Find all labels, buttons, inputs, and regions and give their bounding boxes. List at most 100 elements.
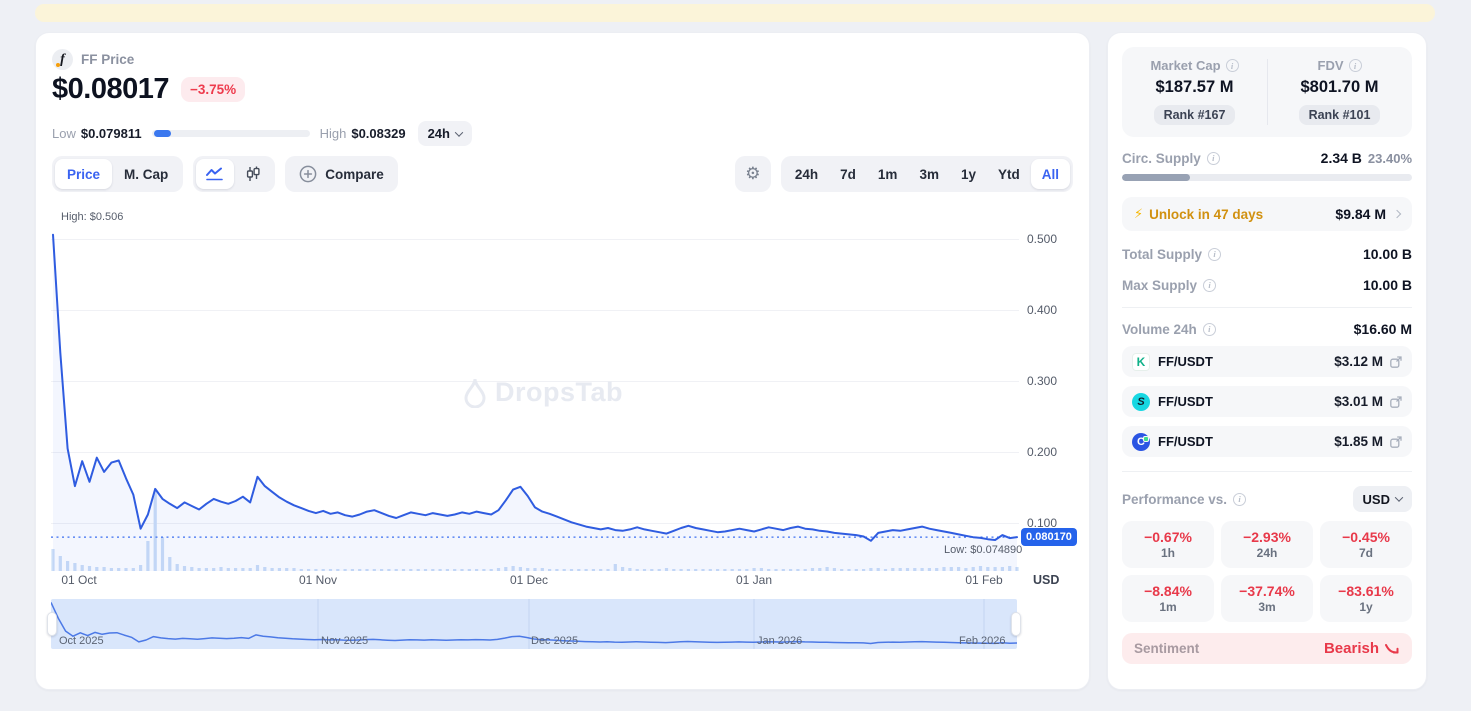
y-tick-label: 0.400 (1027, 303, 1058, 317)
external-link-icon[interactable] (1390, 395, 1402, 408)
info-icon[interactable]: i (1208, 247, 1221, 261)
candlestick-chart-icon[interactable] (234, 159, 272, 189)
performance-cell-24h: −2.93% 24h (1221, 521, 1313, 568)
price-chart-card: f FF Price $0.08017 −3.75% Low $0.079811… (35, 32, 1090, 690)
performance-cell-3m: −37.74% 3m (1221, 575, 1313, 622)
circ-supply-progress-fill (1122, 174, 1190, 181)
line-chart-icon[interactable] (196, 159, 235, 189)
price-chart-plot[interactable] (51, 201, 1019, 571)
low-high-slider-fill (153, 130, 171, 137)
tab-price[interactable]: Price (55, 159, 113, 189)
total-supply-row: Total Supply i 10.00 B (1122, 246, 1412, 262)
fdv-stat: FDV i $801.70 M Rank #101 (1267, 58, 1412, 125)
market-cap-rank-badge: Rank #167 (1153, 105, 1236, 125)
coin-name: FF Price (81, 52, 135, 67)
circ-supply-value: 2.34 B (1320, 150, 1362, 166)
chevron-down-icon (1394, 493, 1404, 502)
low-annotation: Low: $0.074890 (944, 544, 1023, 556)
bitget-icon: S (1132, 392, 1150, 411)
market-cap-label: Market Cap (1150, 58, 1221, 73)
info-icon[interactable]: i (1206, 151, 1220, 165)
circ-supply-label: Circ. Supply (1122, 150, 1201, 166)
info-icon[interactable]: i (1225, 59, 1239, 72)
circ-supply-percent: 23.40% (1367, 151, 1412, 166)
unlock-row[interactable]: ⚡ Unlock in 47 days $9.84 M (1122, 197, 1412, 231)
chart-toolbar: Price M. Cap Compare ⚙ 24h 7d 1m 3m 1y Y… (52, 156, 1073, 192)
stat-divider (1267, 59, 1268, 125)
pair-name: FF/USDT (1158, 354, 1213, 369)
high-annotation: High: $0.506 (61, 211, 124, 223)
range-1y[interactable]: 1y (950, 159, 987, 189)
performance-grid: −0.67% 1h −2.93% 24h −0.45% 7d −8.84% 1m −37… (1122, 521, 1412, 622)
performance-cell-1y: −83.61% 1y (1320, 575, 1412, 622)
coinw-icon-accent (1143, 435, 1149, 442)
timeframe-selector: 24h 7d 1m 3m 1y Ytd All (780, 156, 1073, 192)
range-24h[interactable]: 24h (784, 159, 829, 189)
pair-name: FF/USDT (1158, 394, 1213, 409)
price-change-badge: −3.75% (180, 77, 246, 102)
compare-label: Compare (325, 166, 384, 182)
announcement-banner[interactable] (35, 4, 1435, 22)
y-tick-label: 0.300 (1027, 374, 1058, 388)
chart-settings-button[interactable]: ⚙ (734, 156, 771, 192)
gear-icon: ⚙ (745, 164, 761, 184)
minimap-month-label: Jan 2026 (757, 635, 803, 647)
volume-24h-row: Volume 24h i $16.60 M (1122, 321, 1412, 337)
pair-volume: $1.85 M (1334, 434, 1383, 449)
tab-mcap[interactable]: M. Cap (112, 159, 180, 189)
x-tick-label: 01 Oct (61, 573, 97, 587)
range-3m[interactable]: 3m (908, 159, 950, 189)
x-tick-label: 01 Nov (298, 573, 338, 587)
pair-volume: $3.01 M (1334, 394, 1383, 409)
kucoin-icon: K (1132, 352, 1150, 371)
compare-button[interactable]: Compare (285, 156, 398, 192)
trend-down-icon (1385, 643, 1399, 653)
external-link-icon[interactable] (1390, 355, 1402, 368)
coin-logo-dot (56, 63, 60, 67)
range-7d[interactable]: 7d (829, 159, 867, 189)
minimap[interactable]: Oct 2025 Nov 2025 Dec 2025 Jan 2026 Feb 2026 (47, 599, 1021, 649)
info-icon[interactable]: i (1202, 322, 1216, 336)
range-1m[interactable]: 1m (867, 159, 909, 189)
range-dropdown[interactable]: 24h (417, 121, 472, 146)
performance-header: Performance vs. i USD (1122, 486, 1412, 512)
chevron-down-icon (454, 127, 464, 137)
market-cap-value: $187.57 M (1155, 78, 1234, 96)
minimap-right-handle[interactable] (1011, 612, 1021, 636)
y-tick-label: 0.500 (1027, 232, 1058, 246)
fdv-label: FDV (1317, 58, 1344, 73)
range-dropdown-value: 24h (427, 126, 450, 141)
sentiment-row: Sentiment Bearish (1122, 633, 1412, 664)
minimap-left-handle[interactable] (47, 612, 57, 636)
volume-24h-value: $16.60 M (1353, 321, 1412, 337)
max-supply-value: 10.00 B (1362, 277, 1412, 293)
market-cap-stat: Market Cap i $187.57 M Rank #167 (1122, 58, 1267, 125)
external-link-icon[interactable] (1390, 435, 1402, 448)
performance-cell-7d: −0.45% 7d (1320, 521, 1412, 568)
sentiment-label: Sentiment (1134, 641, 1200, 656)
info-icon[interactable]: i (1203, 278, 1217, 292)
coinw-icon: C (1132, 432, 1150, 451)
x-axis-labels: 01 Oct 01 Nov 01 Dec 01 Jan 01 Feb (51, 573, 1091, 591)
max-supply-label: Max Supply (1122, 277, 1198, 293)
fdv-value: $801.70 M (1300, 78, 1379, 96)
minimap-month-label: Oct 2025 (59, 635, 104, 647)
performance-label: Performance vs. (1122, 491, 1228, 507)
plus-circle-icon (299, 165, 317, 183)
info-icon[interactable]: i (1348, 59, 1362, 72)
trading-pair-row[interactable]: K FF/USDT $3.12 M (1122, 346, 1412, 377)
minimap-month-label: Dec 2025 (531, 635, 579, 647)
low-high-row: Low $0.079811 High $0.08329 24h (52, 121, 472, 146)
range-ytd[interactable]: Ytd (987, 159, 1031, 189)
performance-cell-1m: −8.84% 1m (1122, 575, 1214, 622)
trading-pair-row[interactable]: S FF/USDT $3.01 M (1122, 386, 1412, 417)
info-icon[interactable]: i (1233, 492, 1247, 506)
y-tick-label: 0.100 (1027, 516, 1058, 530)
performance-currency-dropdown[interactable]: USD (1352, 486, 1412, 512)
trading-pair-row[interactable]: C FF/USDT $1.85 M (1122, 426, 1412, 457)
unlock-value: $9.84 M (1335, 206, 1386, 222)
marketcap-fdv-box: Market Cap i $187.57 M Rank #167 FDV i $80… (1122, 47, 1412, 137)
page: f FF Price $0.08017 −3.75% Low $0.079811… (0, 0, 1471, 711)
range-all[interactable]: All (1030, 159, 1070, 189)
x-tick-label: 01 Jan (735, 573, 773, 587)
